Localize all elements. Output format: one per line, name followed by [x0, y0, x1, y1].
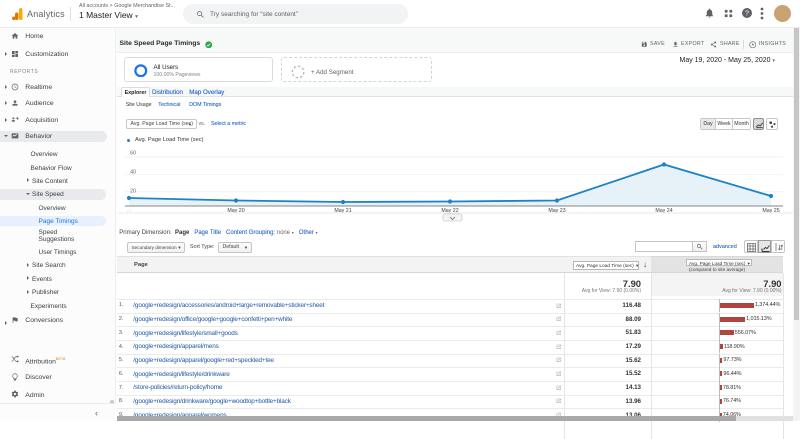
svg-text:20: 20: [130, 189, 136, 195]
svg-text:?: ?: [745, 11, 749, 18]
svg-text:60: 60: [130, 151, 136, 157]
svg-text:40: 40: [130, 170, 136, 176]
